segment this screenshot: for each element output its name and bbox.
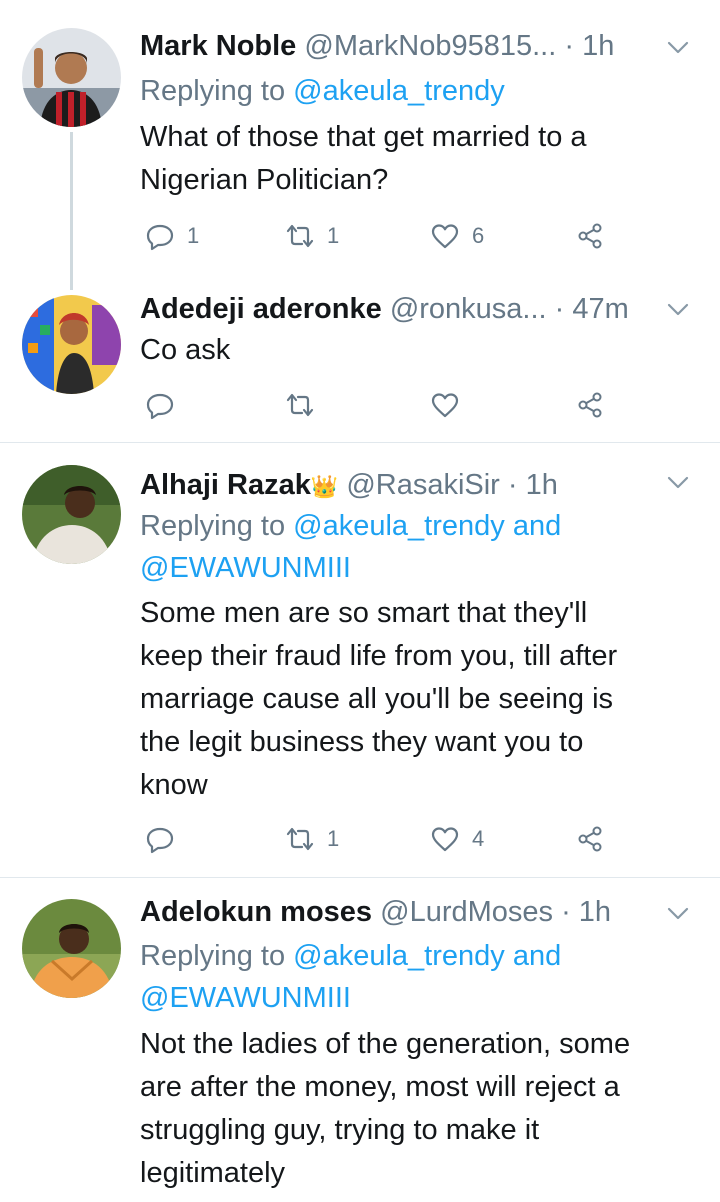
like-button[interactable]: 6	[430, 216, 484, 256]
avatar[interactable]	[22, 295, 121, 394]
tweet-actions: 1 4	[140, 819, 640, 859]
chevron-down-icon[interactable]	[666, 906, 690, 922]
mention-link[interactable]: @akeula_trendy	[293, 75, 505, 107]
like-button[interactable]: 4	[430, 819, 484, 859]
share-button[interactable]	[575, 216, 605, 256]
share-button[interactable]	[575, 385, 605, 425]
retweet-button[interactable]	[285, 385, 315, 425]
text-line: marriage cause all you'll be seeing is	[140, 683, 614, 715]
tweet-header: Mark Noble @MarkNob95815... · 1h	[140, 23, 640, 69]
text-line: legitimately	[140, 1157, 286, 1189]
tweet-actions	[140, 385, 640, 425]
tweet-adedeji-aderonke[interactable]: Adedeji aderonke @ronkusa... · 47m Co as…	[0, 290, 720, 442]
share-icon	[578, 223, 602, 249]
reply-button[interactable]	[145, 819, 175, 859]
display-name[interactable]: Mark Noble	[140, 30, 296, 62]
user-handle[interactable]: @MarkNob95815...	[304, 30, 556, 62]
retweet-button[interactable]: 1	[285, 216, 339, 256]
avatar[interactable]	[22, 28, 121, 127]
like-icon	[431, 827, 459, 852]
mention-link[interactable]: @EWAWUNMIII	[140, 547, 680, 589]
text-line: are after the money, most will reject a	[140, 1071, 620, 1103]
user-handle[interactable]: @LurdMoses	[380, 896, 553, 928]
like-count: 4	[472, 826, 485, 851]
text-line: Nigerian Politician?	[140, 164, 389, 196]
timestamp[interactable]: · 1h	[561, 896, 611, 928]
text-line: know	[140, 769, 208, 801]
reply-button[interactable]	[145, 385, 175, 425]
replying-to: Replying to @akeula_trendy and @EWAWUNMI…	[140, 505, 680, 589]
like-icon	[431, 393, 459, 418]
user-handle[interactable]: @RasakiSir	[346, 469, 500, 501]
timestamp[interactable]: · 1h	[508, 469, 558, 501]
retweet-icon	[286, 827, 314, 851]
chevron-down-icon[interactable]	[666, 475, 690, 491]
mention-link[interactable]: @EWAWUNMIII	[140, 977, 680, 1019]
reply-count: 1	[187, 223, 200, 248]
replying-to: Replying to @akeula_trendy	[140, 75, 505, 107]
reply-icon	[146, 393, 174, 420]
reply-icon	[146, 827, 174, 854]
reply-icon	[146, 224, 174, 251]
text-line: struggling guy, trying to make it	[140, 1114, 540, 1146]
tweet-actions: 1 1 6	[140, 216, 640, 256]
display-name[interactable]: Adedeji aderonke	[140, 293, 382, 325]
avatar[interactable]	[22, 899, 121, 998]
share-icon	[578, 826, 602, 852]
replying-to: Replying to @akeula_trendy and @EWAWUNMI…	[140, 935, 680, 1019]
retweet-count: 1	[327, 223, 340, 248]
chevron-down-icon[interactable]	[666, 40, 690, 56]
tweet-alhaji-razak[interactable]: Alhaji Razak👑 @RasakiSir · 1h Replying t…	[0, 443, 720, 877]
reply-button[interactable]: 1	[145, 216, 199, 256]
like-icon	[431, 224, 459, 249]
display-name[interactable]: Adelokun moses	[140, 896, 372, 928]
tweet-adelokun-moses[interactable]: Adelokun moses @LurdMoses · 1h Replying …	[0, 878, 720, 1202]
retweet-icon	[286, 224, 314, 248]
mention-link[interactable]: @akeula_trendy and	[293, 510, 561, 542]
tweet-header: Adelokun moses @LurdMoses · 1h	[140, 889, 640, 935]
share-button[interactable]	[575, 819, 605, 859]
timestamp[interactable]: · 1h	[564, 30, 614, 62]
like-count: 6	[472, 223, 485, 248]
thread-line	[70, 132, 73, 290]
share-icon	[578, 392, 602, 418]
tweet-text: Co ask	[140, 329, 700, 372]
crown-emoji: 👑	[310, 474, 339, 499]
retweet-button[interactable]: 1	[285, 819, 339, 859]
tweet-mark-noble[interactable]: Mark Noble @MarkNob95815... · 1h Replyin…	[0, 0, 720, 290]
tweet-header: Adedeji aderonke @ronkusa... · 47m	[140, 286, 640, 332]
text-line: Not the ladies of the generation, some	[140, 1028, 631, 1060]
tweet-text: What of those that get married to a Nige…	[140, 116, 700, 202]
display-name[interactable]: Alhaji Razak	[140, 469, 311, 501]
user-handle[interactable]: @ronkusa...	[390, 293, 547, 325]
like-button[interactable]	[430, 385, 460, 425]
retweet-count: 1	[327, 826, 340, 851]
retweet-icon	[286, 393, 314, 417]
avatar[interactable]	[22, 465, 121, 564]
timestamp[interactable]: · 47m	[555, 293, 629, 325]
text-line: What of those that get married to a	[140, 121, 587, 153]
text-line: Co ask	[140, 334, 231, 366]
tweet-text: Some men are so smart that they'll keep …	[140, 592, 700, 807]
mention-link[interactable]: @akeula_trendy and	[293, 940, 561, 972]
text-line: the legit business they want you to	[140, 726, 584, 758]
tweet-header: Alhaji Razak👑 @RasakiSir · 1h	[140, 462, 640, 508]
text-line: keep their fraud life from you, till aft…	[140, 640, 618, 672]
text-line: Some men are so smart that they'll	[140, 597, 588, 629]
chevron-down-icon[interactable]	[666, 302, 690, 318]
tweet-text: Not the ladies of the generation, some a…	[140, 1023, 700, 1195]
